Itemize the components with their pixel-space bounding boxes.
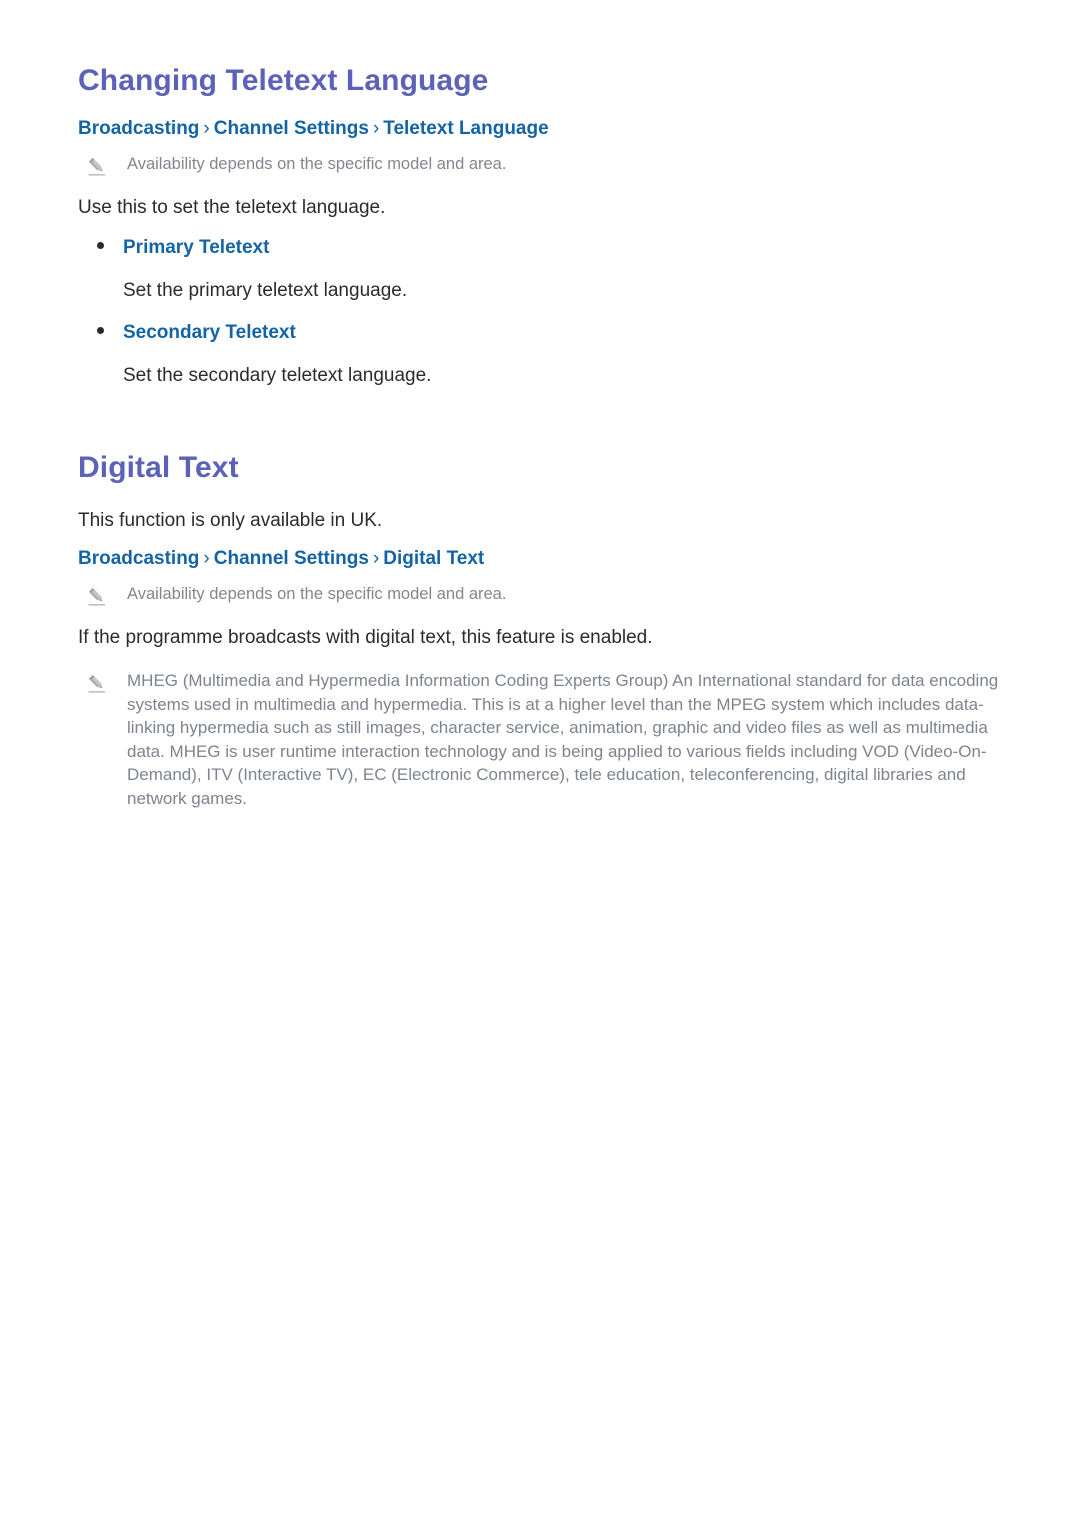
body-paragraph: If the programme broadcasts with digital… bbox=[78, 627, 653, 648]
breadcrumb-item-2[interactable]: Teletext Language bbox=[383, 118, 548, 139]
bullet-label[interactable]: Primary Teletext bbox=[123, 235, 269, 261]
breadcrumb-item-0[interactable]: Broadcasting bbox=[78, 118, 199, 139]
breadcrumb-item-1[interactable]: Channel Settings bbox=[214, 118, 369, 139]
bullet-dot-icon bbox=[97, 242, 104, 249]
page-title: Changing Teletext Language bbox=[78, 64, 489, 97]
bullet-description: Set the secondary teletext language. bbox=[123, 365, 432, 386]
list-item[interactable]: Primary Teletext bbox=[78, 235, 1008, 261]
mheg-note-text: MHEG (Multimedia and Hypermedia Informat… bbox=[127, 671, 999, 808]
bullet-description: Set the primary teletext language. bbox=[123, 280, 408, 301]
list-item[interactable]: Secondary Teletext bbox=[78, 320, 1008, 346]
pencil-icon bbox=[86, 673, 108, 695]
document-page: Changing Teletext Language Broadcasting ›… bbox=[0, 0, 1080, 1527]
pencil-icon bbox=[86, 156, 108, 178]
breadcrumb-separator: › bbox=[203, 118, 210, 139]
breadcrumb-item-1[interactable]: Channel Settings bbox=[214, 548, 369, 569]
breadcrumb[interactable]: Broadcasting › Channel Settings › Digital Te… bbox=[78, 546, 1008, 572]
section-title-digital-text: Digital Text bbox=[78, 451, 239, 484]
breadcrumb-item-2[interactable]: Digital Text bbox=[383, 548, 484, 569]
breadcrumb-item-0[interactable]: Broadcasting bbox=[78, 548, 199, 569]
breadcrumb[interactable]: Broadcasting › Channel Settings › Teletext L… bbox=[78, 116, 1008, 142]
pencil-icon bbox=[86, 586, 108, 608]
breadcrumb-separator: › bbox=[372, 548, 380, 569]
availability-note: Availability depends on the specific mod… bbox=[78, 152, 1008, 178]
availability-note: Availability depends on the specific mod… bbox=[78, 582, 1008, 608]
bullet-label[interactable]: Secondary Teletext bbox=[123, 320, 296, 346]
bullet-dot-icon bbox=[97, 327, 104, 334]
breadcrumb-separator: › bbox=[203, 548, 210, 569]
note-text: Availability depends on the specific mod… bbox=[127, 585, 507, 603]
breadcrumb-separator: › bbox=[372, 118, 380, 139]
intro-paragraph: Use this to set the teletext language. bbox=[78, 197, 386, 218]
mheg-note: MHEG (Multimedia and Hypermedia Informat… bbox=[78, 669, 1008, 811]
lead-paragraph: This function is only available in UK. bbox=[78, 510, 383, 531]
note-text: Availability depends on the specific mod… bbox=[127, 155, 507, 173]
